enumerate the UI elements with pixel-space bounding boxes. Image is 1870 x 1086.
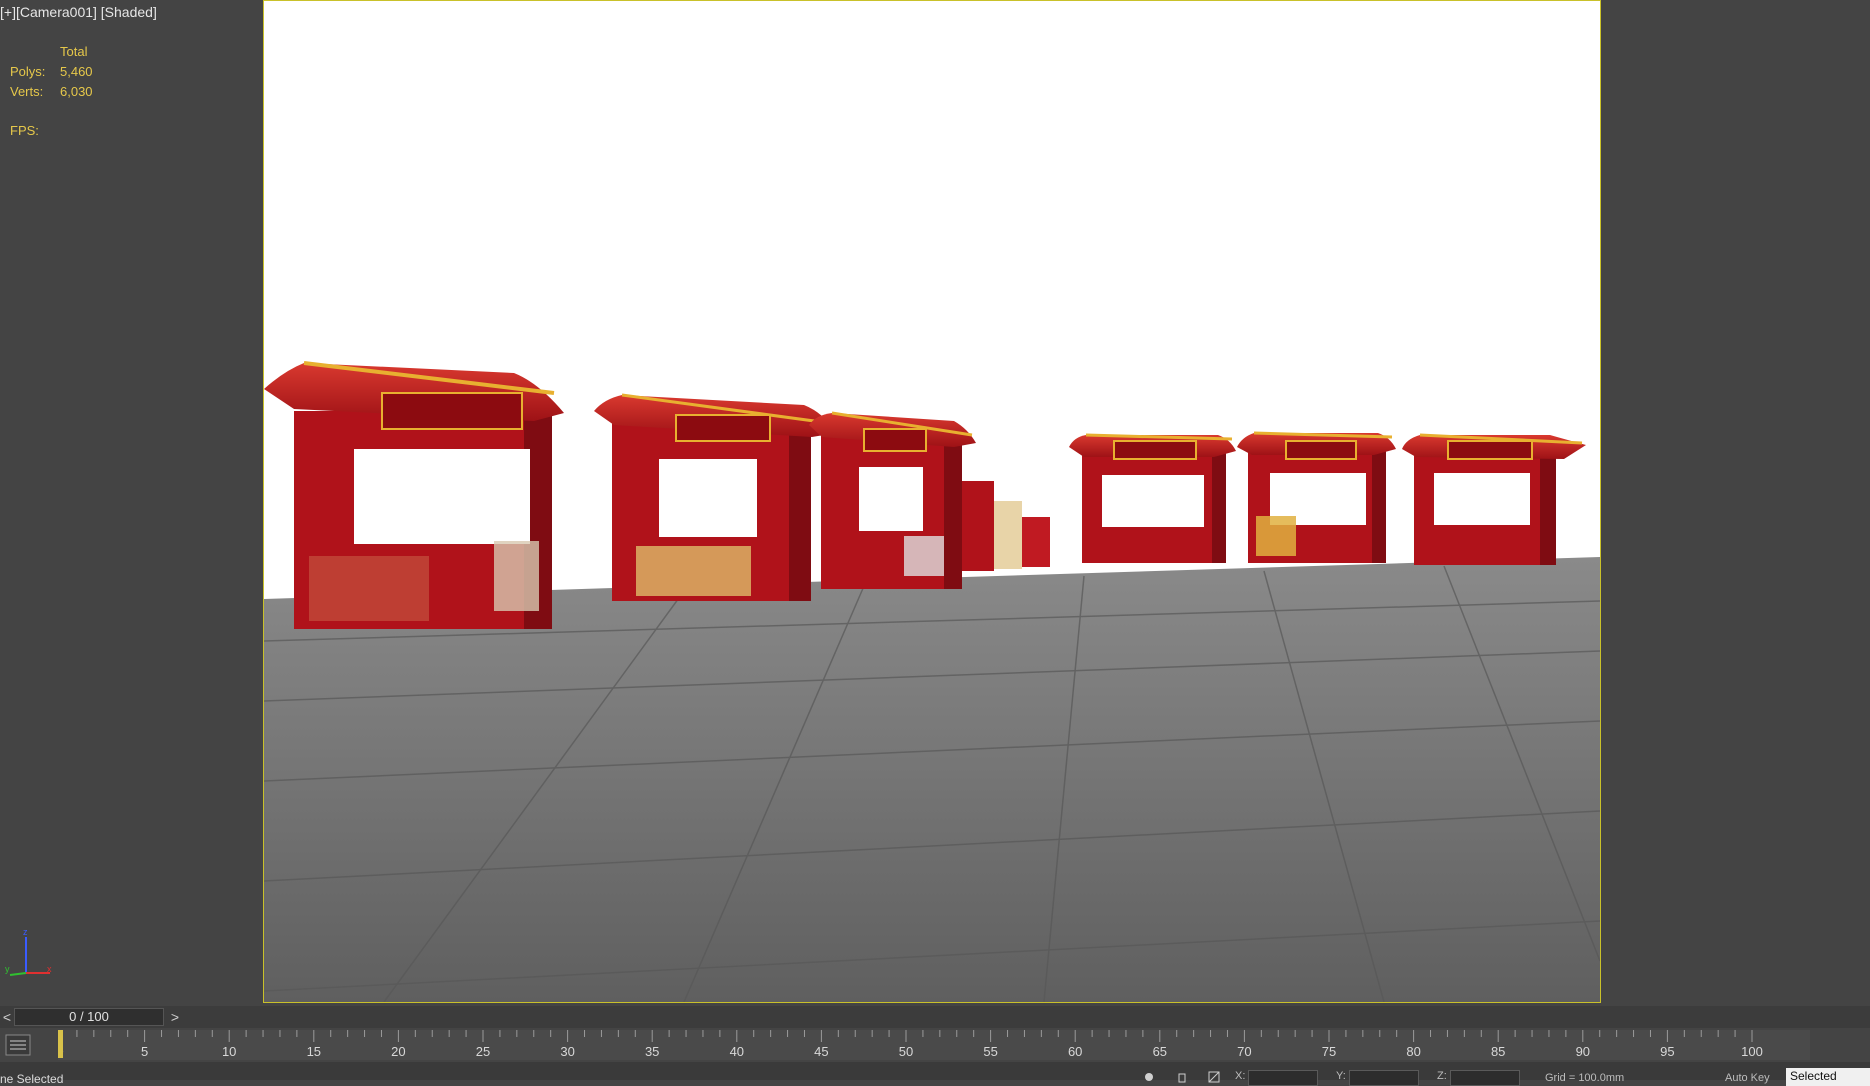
timeline-label: 80 [1406,1044,1420,1059]
axis-gizmo-icon: z x y [5,927,52,976]
axis-x-label: x [47,964,52,974]
stall-4[interactable] [1069,433,1236,563]
stall-3[interactable] [809,411,976,589]
timeline-label: 50 [899,1044,913,1059]
viewport-scene[interactable] [264,1,1600,1002]
selection-status: ne Selected [0,1072,64,1086]
z-coord-field[interactable] [1450,1070,1520,1086]
lock-icon[interactable] [1143,1071,1155,1083]
timeline-label: 25 [476,1044,490,1059]
timeline-label: 15 [307,1044,321,1059]
stall-2[interactable] [594,393,836,601]
timeline-label: 10 [222,1044,236,1059]
next-frame-button[interactable]: > [168,1009,182,1025]
timeline-label: 40 [730,1044,744,1059]
timeline-label: 85 [1491,1044,1505,1059]
x-coord-field[interactable] [1248,1070,1318,1086]
y-coord-label: Y: [1336,1070,1346,1082]
status-bar: ne Selected X: Y: Z: Grid = 100.0mm Auto… [0,1062,1870,1086]
previous-frame-button[interactable]: < [0,1009,14,1025]
fps-label: FPS: [10,123,39,138]
timeline-label: 20 [391,1044,405,1059]
current-frame-marker[interactable] [57,1030,63,1058]
timeline-label: 45 [814,1044,828,1059]
time-slider-bar: < 0 / 100 > [0,1006,1870,1028]
timeline-label: 75 [1322,1044,1336,1059]
timeline-label: 35 [645,1044,659,1059]
timeline-label: 60 [1068,1044,1082,1059]
stall-5[interactable] [1237,431,1396,563]
timeline-ruler[interactable]: 0510152025303540455055606570758085909510… [56,1030,1810,1060]
y-coord-field[interactable] [1349,1070,1419,1086]
transform-icon[interactable] [1208,1071,1220,1083]
timeline-ticks: 0510152025303540455055606570758085909510… [56,1030,1763,1059]
scene-statistics: Total Polys: 5,460 Verts: 6,030 FPS: [10,42,93,141]
stats-header: Total [60,44,88,59]
stall-1[interactable] [264,361,564,629]
timeline-label: 30 [560,1044,574,1059]
polys-value: 5,460 [60,64,93,79]
polys-label: Polys: [10,64,46,79]
axis-y-label: y [5,964,10,974]
timeline-label: 70 [1237,1044,1251,1059]
viewport-menu-plus[interactable]: [+] [0,4,16,20]
verts-value: 6,030 [60,84,93,99]
grid-size-label: Grid = 100.0mm [1545,1072,1625,1084]
timeline-label: 95 [1660,1044,1674,1059]
viewport-menu-shading[interactable]: [Shaded] [101,4,157,20]
verts-label: Verts: [10,84,44,99]
timeline-label: 55 [983,1044,997,1059]
pin-icon[interactable] [1176,1071,1188,1083]
track-settings-icon[interactable] [5,1034,31,1056]
viewport-label[interactable]: [+][Camera001] [Shaded] [0,4,157,20]
viewport-menu-camera[interactable]: [Camera001] [16,4,97,20]
key-filter-dropdown[interactable]: Selected [1786,1068,1870,1086]
timeline-label: 5 [141,1044,148,1059]
timeline-label: 90 [1576,1044,1590,1059]
track-bar: 0510152025303540455055606570758085909510… [0,1028,1870,1062]
timeline-label: 100 [1741,1044,1763,1059]
timeline-label: 65 [1153,1044,1167,1059]
camera-viewport[interactable] [263,0,1601,1003]
x-coord-label: X: [1235,1070,1246,1082]
z-coord-label: Z: [1437,1070,1447,1082]
auto-key-button[interactable]: Auto Key [1725,1072,1770,1084]
axis-z-label: z [23,927,28,937]
time-slider[interactable]: 0 / 100 [14,1008,164,1026]
